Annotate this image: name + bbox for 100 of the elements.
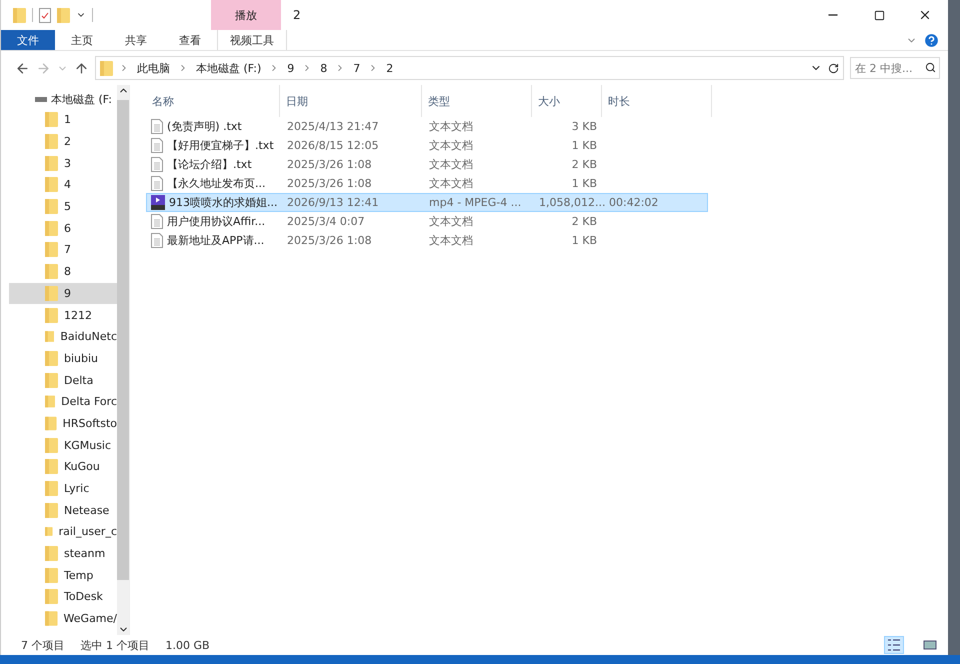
document-icon (151, 214, 163, 229)
tree-item[interactable]: WeGame/ (9, 608, 117, 630)
breadcrumb[interactable]: 本地磁盘 (F:) (194, 60, 264, 76)
ribbon-tab[interactable]: 文件 (1, 30, 55, 50)
details-view-icon (887, 639, 901, 651)
tree-item[interactable]: 1212 (9, 304, 117, 326)
tree-label: 2 (64, 135, 71, 148)
tree-label: 6 (64, 222, 71, 235)
search-field[interactable]: 在 2 中搜... (850, 57, 940, 79)
back-button[interactable] (15, 60, 30, 76)
breadcrumb[interactable]: 2 (384, 62, 396, 74)
selection-count: 选中 1 个项目 (80, 638, 150, 652)
scrollbar-thumb[interactable] (117, 100, 129, 580)
tree-item[interactable]: Delta Forc (9, 390, 117, 413)
breadcrumb[interactable]: 7 (351, 62, 362, 74)
view-button[interactable] (884, 636, 904, 654)
breadcrumb[interactable]: 此电脑 (135, 60, 172, 76)
file-row[interactable]: 用户使用协议Affir... 2025/3/4 0:07 文本文档 2 KB (146, 212, 708, 231)
table-cell-text: 2025/4/13 21:47 (286, 120, 380, 133)
tree-label: 4 (64, 178, 71, 192)
tree-item[interactable]: 6 (9, 217, 117, 240)
tree-item[interactable]: 2 (9, 130, 117, 152)
tree-item[interactable]: 9 (9, 282, 117, 304)
tree-item[interactable]: 本地磁盘 (F: (1, 89, 117, 109)
folder-icon (45, 459, 58, 474)
folder-icon (45, 502, 58, 518)
tree-item[interactable]: HRSoftsto (9, 412, 117, 434)
window-title: 2 (292, 7, 302, 24)
file-row[interactable]: 【论坛介绍】.txt 2025/3/26 1:08 文本文档 2 KB (146, 155, 708, 174)
column-header[interactable]: 大小 (532, 85, 602, 117)
tree-label: 5 (64, 200, 71, 214)
document-icon (151, 138, 163, 153)
file-name: 913喷喷水的求婚姐... (169, 195, 278, 210)
folder-icon (100, 60, 113, 76)
breadcrumb[interactable]: 8 (318, 62, 330, 74)
folder-icon (45, 372, 58, 388)
tree-label: 1212 (64, 308, 92, 322)
tree-item[interactable]: steanm (9, 542, 117, 564)
tree-item[interactable]: BaiduNetc (9, 326, 117, 348)
tree-item[interactable]: 3 (9, 152, 117, 174)
tree-item[interactable]: 8 (9, 260, 117, 282)
ribbon-tab[interactable]: 视频工具 (217, 30, 287, 50)
tree-item[interactable]: Temp (9, 564, 117, 586)
tree-label: biubiu (64, 352, 98, 365)
file-row[interactable]: 【好用便宜梯子】.txt 2026/8/15 12:05 文本文档 1 KB (146, 136, 708, 155)
folder-icon (45, 438, 58, 453)
folder-icon (45, 177, 58, 192)
tree-label: steanm (64, 547, 106, 560)
table-cell-text: 2026/9/13 12:41 (286, 196, 380, 209)
column-header[interactable]: 名称 (146, 85, 280, 117)
table-cell-text: 2 KB (570, 158, 598, 171)
folder-icon (45, 242, 58, 258)
folder-icon (57, 8, 70, 22)
tree-item[interactable]: 5 (9, 196, 117, 218)
large-icons-view-icon (923, 639, 937, 651)
forward-icon (36, 60, 51, 76)
tree-item[interactable]: Netease (9, 499, 117, 522)
folder-icon (45, 589, 58, 604)
table-cell-text: 文本文档 (428, 214, 474, 229)
file-row[interactable]: 最新地址及APP请... 2025/3/26 1:08 文本文档 1 KB (146, 231, 708, 250)
up-button[interactable] (74, 60, 89, 76)
folder-icon (45, 481, 58, 496)
column-header[interactable]: 类型 (422, 85, 532, 117)
folder-icon (45, 134, 58, 150)
breadcrumb[interactable]: 9 (285, 62, 296, 74)
help-icon[interactable] (923, 32, 940, 48)
tree-item[interactable]: 4 (9, 174, 117, 196)
table-cell-text: 2025/3/26 1:08 (286, 177, 373, 190)
tree-item[interactable]: 1 (9, 109, 117, 131)
refresh-icon[interactable] (828, 62, 839, 74)
folder-icon (45, 568, 58, 583)
folder-icon (45, 264, 58, 280)
document-icon (151, 157, 163, 172)
column-header[interactable]: 时长 (602, 85, 712, 117)
folder-icon (45, 611, 58, 626)
folder-icon (45, 220, 58, 236)
video-file-icon (151, 195, 165, 210)
tree-item[interactable]: Delta (9, 369, 117, 391)
column-header[interactable]: 日期 (280, 85, 422, 117)
file-row[interactable]: 【永久地址发布页... 2025/3/26 1:08 文本文档 1 KB (146, 174, 708, 193)
up-icon (74, 60, 89, 76)
tree-item[interactable]: rail_user_c (9, 521, 117, 543)
properties-icon[interactable] (39, 8, 51, 22)
file-row[interactable]: 913喷喷水的求婚姐... 2026/9/13 12:41 mp4 - MPEG-4 ... 1,058,012... 00:42:02 (146, 193, 708, 212)
selection-size: 1.00 GB (166, 638, 210, 652)
tree-item[interactable]: KuGou (9, 456, 117, 478)
tree-item[interactable]: biubiu (9, 348, 117, 370)
tree-item[interactable]: 7 (9, 239, 117, 261)
item-count: 7 个项目 (21, 638, 64, 652)
document-icon (151, 119, 163, 134)
table-cell-text: 文本文档 (428, 119, 474, 134)
file-row[interactable]: (免责声明) .txt 2025/4/13 21:47 文本文档 3 KB (146, 117, 708, 136)
table-cell-text: 1,058,012... (538, 196, 603, 209)
tree-item[interactable]: Lyric (9, 478, 117, 500)
tree-label: WeGame/ (64, 612, 117, 626)
address-bar[interactable]: 此电脑 本地磁盘 (F:) 9 8 7 2 (95, 56, 844, 80)
table-cell-text: 3 KB (570, 120, 598, 133)
tree-item[interactable]: KGMusic (9, 434, 117, 456)
tree-item[interactable]: ToDesk (9, 586, 117, 608)
file-name: 最新地址及APP请... (167, 233, 264, 248)
